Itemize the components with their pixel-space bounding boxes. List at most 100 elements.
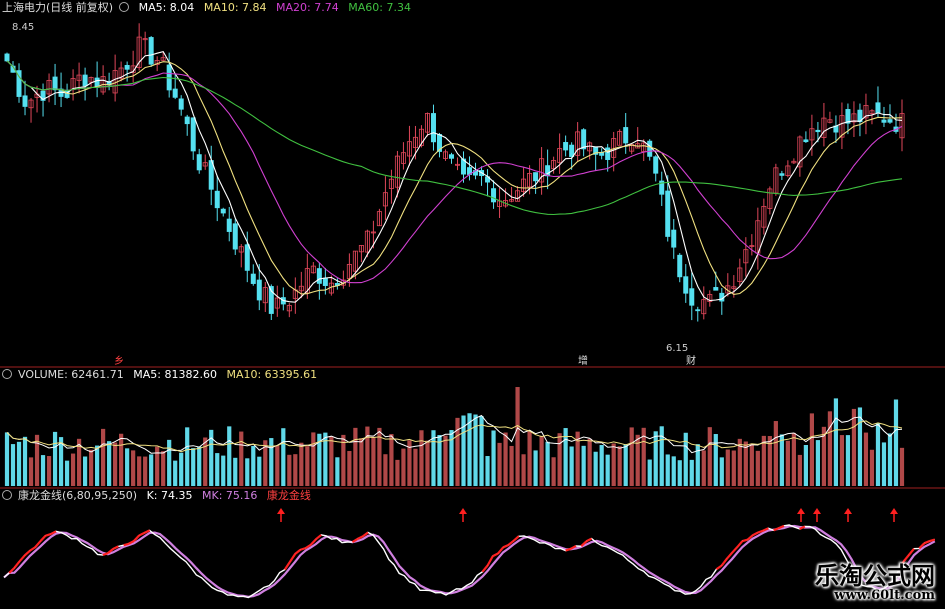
candle [803, 139, 809, 143]
volume-bar [689, 459, 694, 486]
volume-bar [215, 453, 220, 486]
volume-bar [881, 442, 887, 486]
ma60-label: MA60: 7.34 [348, 1, 411, 14]
settings-circle-icon[interactable] [2, 490, 12, 500]
candle [689, 288, 695, 306]
signal-segment [725, 552, 733, 560]
signal-segment [45, 532, 52, 537]
volume-bar [533, 450, 538, 486]
candle [250, 273, 256, 284]
candle [719, 292, 725, 302]
candle [665, 190, 671, 237]
volume-bar [569, 446, 574, 486]
candle [887, 119, 893, 123]
volume-bar [287, 454, 292, 486]
signal-arrow-head [277, 508, 285, 514]
volume-bar [497, 442, 502, 486]
volume-bar [485, 456, 490, 486]
volume-bar [28, 457, 34, 486]
volume-bar [383, 454, 388, 486]
volume-bar [839, 435, 845, 486]
volume-bar [515, 387, 520, 486]
signal-arrow-head [797, 508, 805, 514]
ma10-label: MA10: 7.84 [203, 1, 267, 14]
candle [196, 154, 202, 171]
watermark-url: www.60lt.com [834, 588, 935, 603]
signal-segment [715, 564, 723, 571]
signal-segment [289, 553, 297, 563]
volume-bar [731, 450, 736, 486]
signal-segment [24, 549, 31, 557]
signal-arrow-head [844, 508, 852, 514]
ma5-label: MA5: 8.04 [138, 1, 195, 14]
volume-bar [401, 448, 406, 486]
volume-bar [245, 458, 250, 486]
volume-bar [557, 433, 562, 486]
candle [52, 76, 58, 91]
settings-circle-icon[interactable] [119, 2, 130, 12]
volume-bar [809, 413, 814, 486]
volume-bar [95, 445, 100, 486]
candle [4, 53, 10, 62]
k-label: K: 74.35 [146, 489, 193, 502]
volume-bar [167, 439, 172, 486]
volume-title: VOLUME: 62461.71 [18, 368, 124, 381]
candle [875, 102, 881, 114]
indicator-panel-header: 康龙金线(6,80,95,250) K: 74.35 MK: 75.16 康龙金… [2, 489, 317, 503]
volume-bar [203, 437, 208, 486]
candle [184, 116, 190, 125]
candle [430, 113, 436, 143]
volume-bar [779, 434, 784, 486]
signal-segment [585, 537, 593, 543]
volume-bar [899, 447, 905, 486]
volume-bar [269, 438, 274, 486]
candle [563, 142, 569, 151]
volume-bar [665, 454, 670, 486]
volume-bar [395, 459, 400, 486]
indicator-title: 康龙金线(6,80,95,250) [18, 489, 138, 502]
candle [256, 279, 262, 301]
volume-bar [539, 435, 544, 486]
volume-bar [833, 398, 839, 486]
volume-bar [251, 445, 256, 486]
volume-bar [455, 417, 460, 486]
volume-bar [875, 423, 881, 486]
volume-bar [293, 454, 298, 486]
volume-bar [389, 434, 394, 486]
candle [226, 218, 232, 232]
volume-bar [491, 430, 496, 486]
signal-segment [742, 538, 748, 543]
volume-bar [707, 427, 712, 486]
volume-bar [125, 448, 130, 486]
volume-bar [593, 451, 598, 486]
settings-circle-icon[interactable] [2, 369, 12, 379]
candle [647, 140, 653, 157]
indicator-name-label: 康龙金线 [266, 489, 311, 502]
volume-bar [257, 456, 262, 486]
signal-segment [502, 544, 509, 549]
volume-bar [161, 451, 166, 486]
volume-bar [311, 432, 316, 486]
volume-bar [587, 438, 592, 486]
candle [124, 64, 130, 70]
signal-segment [112, 545, 119, 550]
volume-bar [893, 399, 899, 486]
volume-bar [16, 441, 22, 486]
volume-bar [10, 444, 16, 486]
volume-bar [413, 448, 418, 486]
volume-bar [107, 441, 112, 486]
volume-bar [671, 456, 676, 486]
volume-bar [233, 457, 238, 486]
mk-line [3, 524, 936, 598]
volume-panel-header: VOLUME: 62461.71 MA5: 81382.60 MA10: 633… [2, 368, 323, 382]
candle [190, 117, 196, 152]
signal-segment [123, 542, 130, 547]
volume-bar [791, 432, 796, 486]
signal-segment [294, 548, 302, 555]
volume-bar [88, 449, 94, 486]
candle [683, 276, 689, 294]
volume-bar [119, 433, 124, 486]
signal-segment [315, 534, 322, 541]
candle [448, 154, 454, 159]
candle [671, 229, 677, 248]
